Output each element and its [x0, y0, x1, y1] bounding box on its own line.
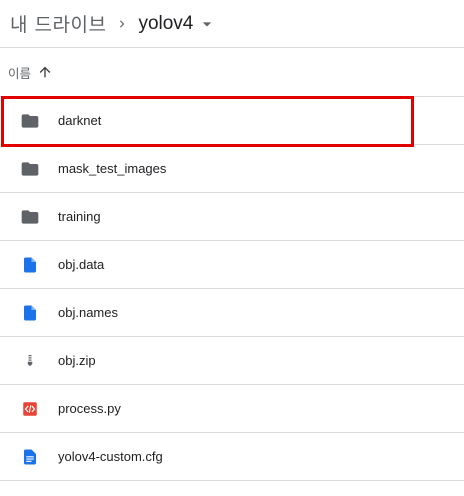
- file-name: darknet: [58, 113, 102, 128]
- file-icon: [18, 301, 42, 325]
- file-row-mask-test-images[interactable]: mask_test_images: [0, 145, 464, 193]
- file-icon: [18, 253, 42, 277]
- document-icon: [18, 445, 42, 469]
- sort-header: 이름: [0, 48, 464, 97]
- file-list: darknet mask_test_images training obj.data o…: [0, 97, 464, 481]
- file-row-training[interactable]: training: [0, 193, 464, 241]
- file-row-obj-zip[interactable]: obj.zip: [0, 337, 464, 385]
- code-file-icon: [18, 397, 42, 421]
- file-name: yolov4-custom.cfg: [58, 449, 163, 464]
- file-row-obj-data[interactable]: obj.data: [0, 241, 464, 289]
- breadcrumb-root[interactable]: 내 드라이브: [10, 10, 106, 37]
- zip-icon: [18, 349, 42, 373]
- sort-by-name-label[interactable]: 이름: [8, 63, 31, 82]
- file-name: obj.names: [58, 305, 118, 320]
- file-name: mask_test_images: [58, 161, 167, 176]
- folder-icon: [18, 205, 42, 229]
- drive-file-browser: 내 드라이브 yolov4 이름 darknet mask_test_images…: [0, 0, 464, 496]
- file-row-process-py[interactable]: process.py: [0, 385, 464, 433]
- breadcrumb-current-folder[interactable]: yolov4: [138, 13, 193, 35]
- chevron-right-icon: [108, 12, 136, 36]
- file-name: training: [58, 209, 101, 224]
- breadcrumb: 내 드라이브 yolov4: [0, 0, 464, 48]
- arrow-up-icon[interactable]: [37, 64, 53, 80]
- file-row-yolov4-custom-cfg[interactable]: yolov4-custom.cfg: [0, 433, 464, 481]
- file-name: obj.data: [58, 257, 105, 272]
- file-name: process.py: [58, 401, 121, 416]
- caret-down-icon[interactable]: [197, 14, 217, 34]
- file-name: obj.zip: [58, 353, 96, 368]
- folder-icon: [18, 109, 42, 133]
- folder-icon: [18, 157, 42, 181]
- file-row-obj-names[interactable]: obj.names: [0, 289, 464, 337]
- file-row-darknet[interactable]: darknet: [0, 97, 464, 145]
